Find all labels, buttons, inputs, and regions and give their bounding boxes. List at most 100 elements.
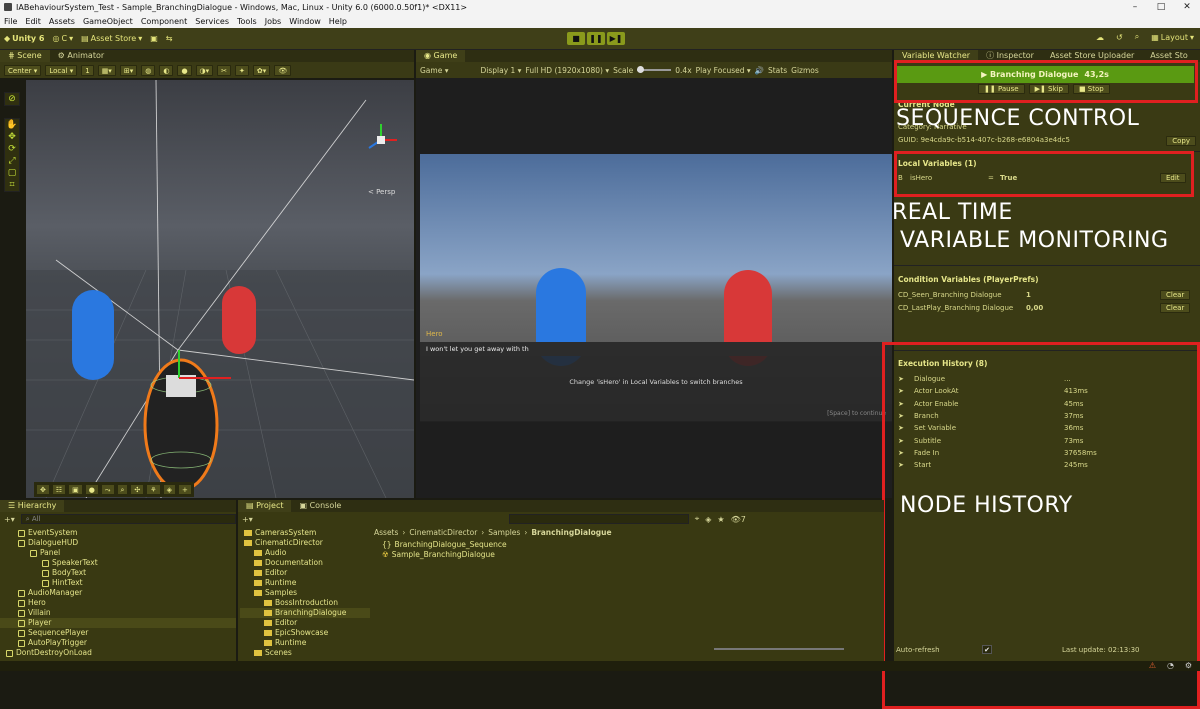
menu-tools[interactable]: Tools <box>237 17 257 26</box>
asset-store-button[interactable]: ▤ Asset Store ▾ <box>81 34 142 43</box>
step-button[interactable]: ▶❚ <box>607 32 625 45</box>
view-tool-dropdown[interactable]: ⊘ <box>4 92 20 106</box>
overlay-plus-icon[interactable]: + <box>177 484 192 495</box>
hierarchy-item[interactable]: BodyText <box>0 568 236 578</box>
overlay-image-icon[interactable]: ▣ <box>68 484 83 495</box>
project-folder[interactable]: CinematicDirector <box>240 538 370 548</box>
breadcrumb-item[interactable]: Assets <box>374 528 398 537</box>
create-asset-button[interactable]: +▾ <box>242 515 253 524</box>
breadcrumb-item[interactable]: Samples <box>488 528 520 537</box>
icon-size-slider[interactable] <box>714 648 844 650</box>
stats-button[interactable]: Stats <box>768 66 787 75</box>
project-search-input[interactable] <box>508 514 689 524</box>
search-icon[interactable]: ⌕ <box>1135 32 1139 42</box>
menu-edit[interactable]: Edit <box>25 17 41 26</box>
hand-tool-icon[interactable]: ✋ <box>5 119 19 131</box>
cloud-services-icon[interactable]: ☁ <box>1096 33 1104 42</box>
hierarchy-item[interactable]: DontDestroyOnLoad <box>0 648 236 658</box>
lighting-icon[interactable]: ✦ <box>235 64 249 76</box>
blue-capsule[interactable] <box>72 290 114 380</box>
account-dropdown[interactable]: ◎ C ▾ <box>52 34 73 43</box>
snap-icon[interactable]: ⊞▾ <box>119 64 138 76</box>
scale-tool-icon[interactable]: ⤢ <box>5 155 19 167</box>
hierarchy-item[interactable]: AudioManager <box>0 588 236 598</box>
hierarchy-search-input[interactable]: ⌕ All <box>20 514 236 524</box>
move-tool-icon[interactable]: ✥ <box>5 131 19 143</box>
transform-tool-icon[interactable]: ⌗ <box>5 179 19 191</box>
project-folder[interactable]: BranchingDialogue <box>240 608 370 618</box>
tab-project[interactable]: ▤ Project <box>238 500 292 512</box>
project-folder[interactable]: Editor <box>240 618 370 628</box>
add-object-button[interactable]: +▾ <box>4 515 15 524</box>
project-folder[interactable]: Documentation <box>240 558 370 568</box>
shading-solid-icon[interactable]: ● <box>177 64 192 76</box>
settings-icon[interactable]: ⚙ <box>1185 661 1192 670</box>
minimize-button[interactable]: – <box>1122 0 1148 14</box>
overlay-globe-icon[interactable]: ● <box>84 484 99 495</box>
warning-icon[interactable]: ⚠ <box>1149 661 1156 670</box>
gizmos-visibility-icon[interactable]: 👁 <box>274 64 292 76</box>
scale-slider[interactable] <box>637 66 672 73</box>
tab-game[interactable]: ◉ Game <box>416 50 466 62</box>
tab-animator[interactable]: ⚙ Animator <box>50 50 113 62</box>
hierarchy-item[interactable]: HintText <box>0 578 236 588</box>
breadcrumb-item[interactable]: CinematicDirector <box>409 528 477 537</box>
overlay-move-icon[interactable]: ✥ <box>36 484 50 495</box>
project-folder[interactable]: EpicShowcase <box>240 628 370 638</box>
overlay-zoom-icon[interactable]: ⌕ <box>116 484 129 495</box>
hierarchy-item[interactable]: AutoPlayTrigger <box>0 638 236 648</box>
menu-component[interactable]: Component <box>141 17 187 26</box>
orientation-gizmo[interactable] <box>368 124 397 149</box>
overlay-pan-icon[interactable]: ✣ <box>130 484 145 495</box>
hierarchy-item[interactable]: DialogueHUD <box>0 538 236 548</box>
shading-lit-icon[interactable]: ◑▾ <box>195 64 214 76</box>
unity-version-button[interactable]: ◆ Unity 6 <box>4 34 44 43</box>
gizmos-button[interactable]: Gizmos <box>791 66 819 75</box>
shading-shaded-icon[interactable]: ◐ <box>159 64 174 76</box>
game-viewport[interactable]: Hero I won't let you get away with th Ch… <box>416 78 892 498</box>
filter-type-icon[interactable]: ⌖ <box>695 514 700 524</box>
maximize-button[interactable]: □ <box>1148 0 1174 14</box>
project-folder[interactable]: Samples <box>240 588 370 598</box>
pivot-local-dropdown[interactable]: Local ▾ <box>45 64 78 76</box>
progress-icon[interactable]: ◔ <box>1167 661 1174 670</box>
menu-help[interactable]: Help <box>329 17 347 26</box>
hierarchy-item[interactable]: Player <box>0 618 236 628</box>
project-folder[interactable]: Runtime <box>240 638 370 648</box>
hierarchy-item[interactable]: Hero <box>0 598 236 608</box>
asset-item[interactable]: {} BranchingDialogue_Sequence <box>374 540 884 550</box>
layout-dropdown[interactable]: ▦ Layout ▾ <box>1151 33 1194 42</box>
filter-label-icon[interactable]: ◈ <box>705 515 711 524</box>
asset-item[interactable]: ☢ Sample_BranchingDialogue <box>374 550 884 560</box>
project-folder[interactable]: Scenes <box>240 648 370 658</box>
package-icon[interactable]: ▣ <box>150 34 158 43</box>
hierarchy-item[interactable]: Panel <box>0 548 236 558</box>
display-dropdown[interactable]: Display 1 ▾ <box>480 66 521 75</box>
copy-guid-button[interactable]: Copy <box>1166 136 1196 146</box>
overlay-compass-icon[interactable]: ◈ <box>162 484 176 495</box>
pivot-center-dropdown[interactable]: Center ▾ <box>4 64 42 76</box>
2d-toggle-icon[interactable]: ✂ <box>217 64 232 76</box>
menu-gameobject[interactable]: GameObject <box>83 17 133 26</box>
clear-var-button[interactable]: Clear <box>1160 290 1191 300</box>
play-focused-dropdown[interactable]: Play Focused ▾ <box>696 66 751 75</box>
project-folder[interactable]: Editor <box>240 568 370 578</box>
rect-tool-icon[interactable]: ▢ <box>5 167 19 179</box>
scene-viewport[interactable]: < Persp ✥ ☷ ▣ ● ⤳ ⌕ ✣ ⚘ ◈ + <box>26 80 414 498</box>
hierarchy-item[interactable]: SequencePlayer <box>0 628 236 638</box>
history-icon[interactable]: ↺ <box>1116 33 1123 42</box>
project-folder[interactable]: BossIntroduction <box>240 598 370 608</box>
hierarchy-item[interactable]: SpeakerText <box>0 558 236 568</box>
tab-scene[interactable]: ⋕ Scene <box>0 50 50 62</box>
hierarchy-item[interactable]: EventSystem <box>0 528 236 538</box>
menu-file[interactable]: File <box>4 17 17 26</box>
menu-jobs[interactable]: Jobs <box>265 17 282 26</box>
collab-icon[interactable]: ⇆ <box>166 34 173 43</box>
clear-var-button[interactable]: Clear <box>1160 303 1191 313</box>
shading-wire-icon[interactable]: ◍ <box>141 64 156 76</box>
menu-window[interactable]: Window <box>289 17 321 26</box>
persp-label[interactable]: < Persp <box>368 188 395 196</box>
rotate-tool-icon[interactable]: ⟳ <box>5 143 19 155</box>
effects-icon[interactable]: ✿▾ <box>252 64 271 76</box>
overlay-fx-icon[interactable]: ⚘ <box>146 484 161 495</box>
